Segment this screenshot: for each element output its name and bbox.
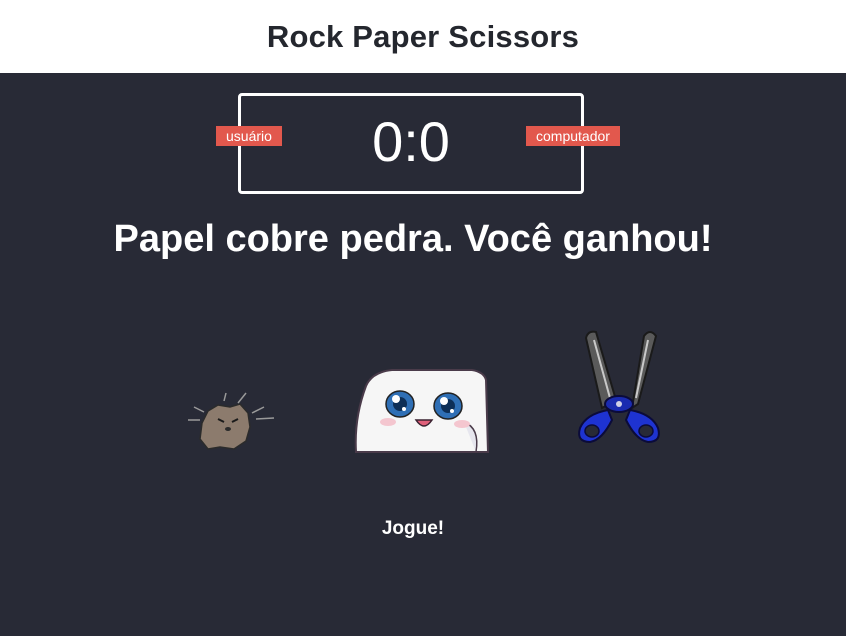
scissors-choice-button[interactable] xyxy=(572,328,666,450)
app-header: Rock Paper Scissors xyxy=(0,0,846,73)
rock-icon xyxy=(188,392,275,450)
paper-choice-button[interactable] xyxy=(352,366,492,456)
paper-icon xyxy=(354,369,490,453)
rock-choice-button[interactable] xyxy=(180,385,280,455)
result-message: Papel cobre pedra. Você ganhou! xyxy=(113,218,713,260)
app-title: Rock Paper Scissors xyxy=(266,18,580,54)
scissors-icon xyxy=(578,330,660,444)
computer-label-badge: computador xyxy=(526,126,620,146)
play-prompt: Jogue! xyxy=(381,518,445,539)
user-label-badge: usuário xyxy=(216,126,282,146)
